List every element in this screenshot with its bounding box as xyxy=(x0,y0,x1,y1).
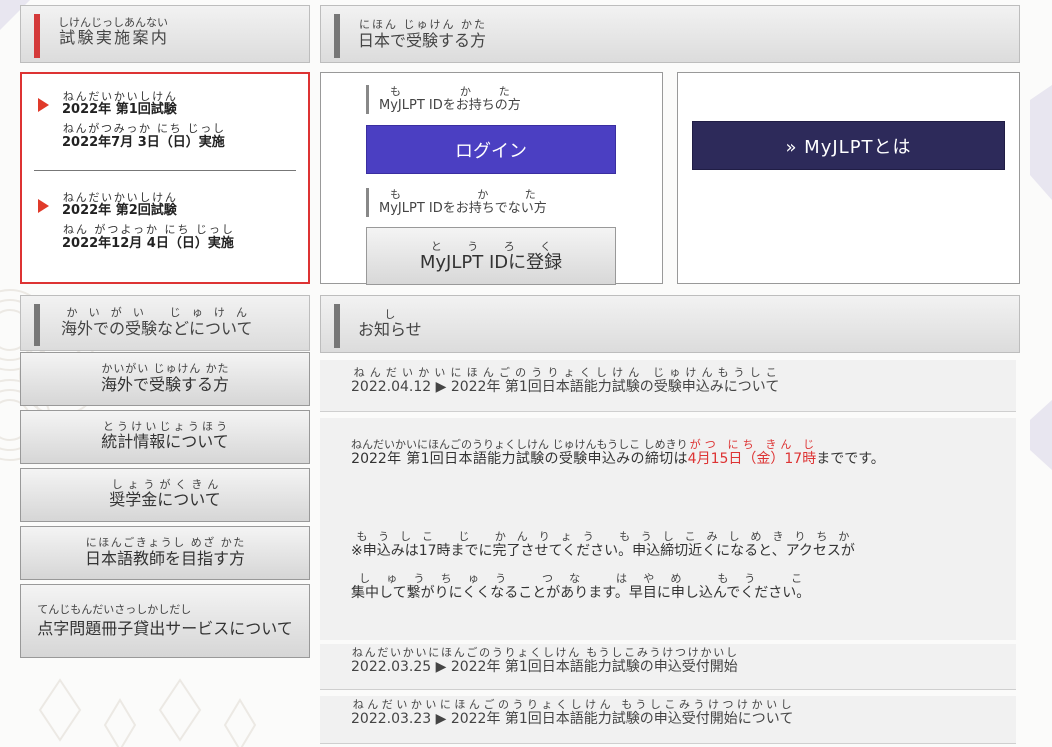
no-id-label: MyJLPT IDをお持ちでない方も かた xyxy=(366,188,547,218)
exam-info-title: 試験実施案内しけんじっしあんない xyxy=(58,16,168,47)
news-title: お知らせし xyxy=(358,308,422,339)
notice-box: 2022年 第1回日本語能力試験の受験申込みの締切はねんだいかいにほんごのうりょ… xyxy=(320,418,1016,640)
nav-braille-ruby: てんじもんだいさっしかしだし xyxy=(37,603,192,617)
nav-overseas-exam[interactable]: 海外で受験する方かいがい じゅけん かた xyxy=(20,352,310,406)
overseas-header: 海外での受験などについてかいがい じゅけん xyxy=(20,295,310,351)
schedule-divider xyxy=(34,170,296,171)
nav-statistics[interactable]: 統計情報についてとうけいじょうほう xyxy=(20,410,310,464)
domestic-header: 日本で受験する方にほん じゅけん かた xyxy=(320,5,1020,63)
overseas-title: 海外での受験などについてかいがい じゅけん xyxy=(61,306,253,338)
notice-deadline-text: 2022年 第1回日本語能力試験の受験申込みの締切はねんだいかいにほんごのうりょ… xyxy=(351,438,885,467)
schedule-2-title: 2022年 第2回試験ねんだいかいしけん xyxy=(62,191,177,218)
notice-warning-line1: ※申込みは17時までに完了させてください。申込締切近くになると、アクセスがもうし… xyxy=(351,530,855,559)
exam-info-header: 試験実施案内しけんじっしあんない xyxy=(20,5,310,63)
have-id-label: MyJLPT IDをお持ちの方も かた xyxy=(366,85,521,115)
schedule-2-date: 2022年12月 4日（日）実施ねん がつよっか にち じっし xyxy=(62,223,234,251)
nav-braille-lending[interactable]: てんじもんだいさっしかしだし 点字問題冊子貸出サービスについて xyxy=(20,584,310,658)
exam-schedule-box: 2022年 第1回試験ねんだいかいしけん 2022年7月 3日（日）実施ねんがつ… xyxy=(20,72,310,284)
login-panel: MyJLPT IDをお持ちの方も かた ログイン MyJLPT IDをお持ちでな… xyxy=(320,72,663,285)
nav-scholarship[interactable]: 奨学金についてしょうがくきん xyxy=(20,468,310,522)
news-item-link[interactable]: 2022.03.25 ▶ 2022年 第1回日本語能力試験の申込受付開始ねんだい… xyxy=(351,646,738,677)
header-accent-bar xyxy=(334,14,340,58)
arrow-right-icon xyxy=(38,98,49,112)
schedule-1-date: 2022年7月 3日（日）実施ねんがつみっか にち じっし xyxy=(62,122,225,150)
arrow-right-icon xyxy=(38,199,49,213)
header-accent-bar xyxy=(34,304,40,346)
domestic-title: 日本で受験する方にほん じゅけん かた xyxy=(358,18,487,50)
schedule-1-title: 2022年 第1回試験ねんだいかいしけん xyxy=(62,90,177,117)
news-item-link[interactable]: 2022.04.12 ▶ 2022年 第1回日本語能力試験の受験申込みについてね… xyxy=(351,366,779,397)
news-item[interactable]: 2022.04.12 ▶ 2022年 第1回日本語能力試験の受験申込みについてね… xyxy=(320,360,1016,412)
about-myjlpt-button[interactable]: » MyJLPTとは xyxy=(692,121,1005,170)
register-button-label: MyJLPT IDに登録 xyxy=(419,252,563,273)
nav-braille-label: 点字問題冊子貸出サービスについて xyxy=(37,618,293,638)
news-item[interactable]: 2022.03.25 ▶ 2022年 第1回日本語能力試験の申込受付開始ねんだい… xyxy=(320,644,1016,690)
deadline-highlight: 4月15日（金）17時 xyxy=(687,451,817,467)
header-accent-bar xyxy=(34,14,40,58)
news-header: お知らせし xyxy=(320,295,1020,353)
news-item[interactable]: 2022.03.23 ▶ 2022年 第1回日本語能力試験の申込受付開始について… xyxy=(320,696,1016,744)
register-button[interactable]: MyJLPT IDに登録とうろく xyxy=(366,227,616,285)
about-panel: » MyJLPTとは xyxy=(677,72,1020,284)
login-button-label: ログイン xyxy=(455,140,527,162)
login-button[interactable]: ログイン xyxy=(366,125,616,174)
nav-japanese-teacher[interactable]: 日本語教師を目指す方にほんごきょうし めざ かた xyxy=(20,526,310,580)
header-accent-bar xyxy=(334,304,340,348)
about-myjlpt-label: » MyJLPTとは xyxy=(785,136,912,158)
news-item-link[interactable]: 2022.03.23 ▶ 2022年 第1回日本語能力試験の申込受付開始について… xyxy=(351,698,793,729)
notice-warning-line2: 集中して繋がりにくくなることがあります。早目に申し込んでください。しゅうちゅう … xyxy=(351,572,811,601)
